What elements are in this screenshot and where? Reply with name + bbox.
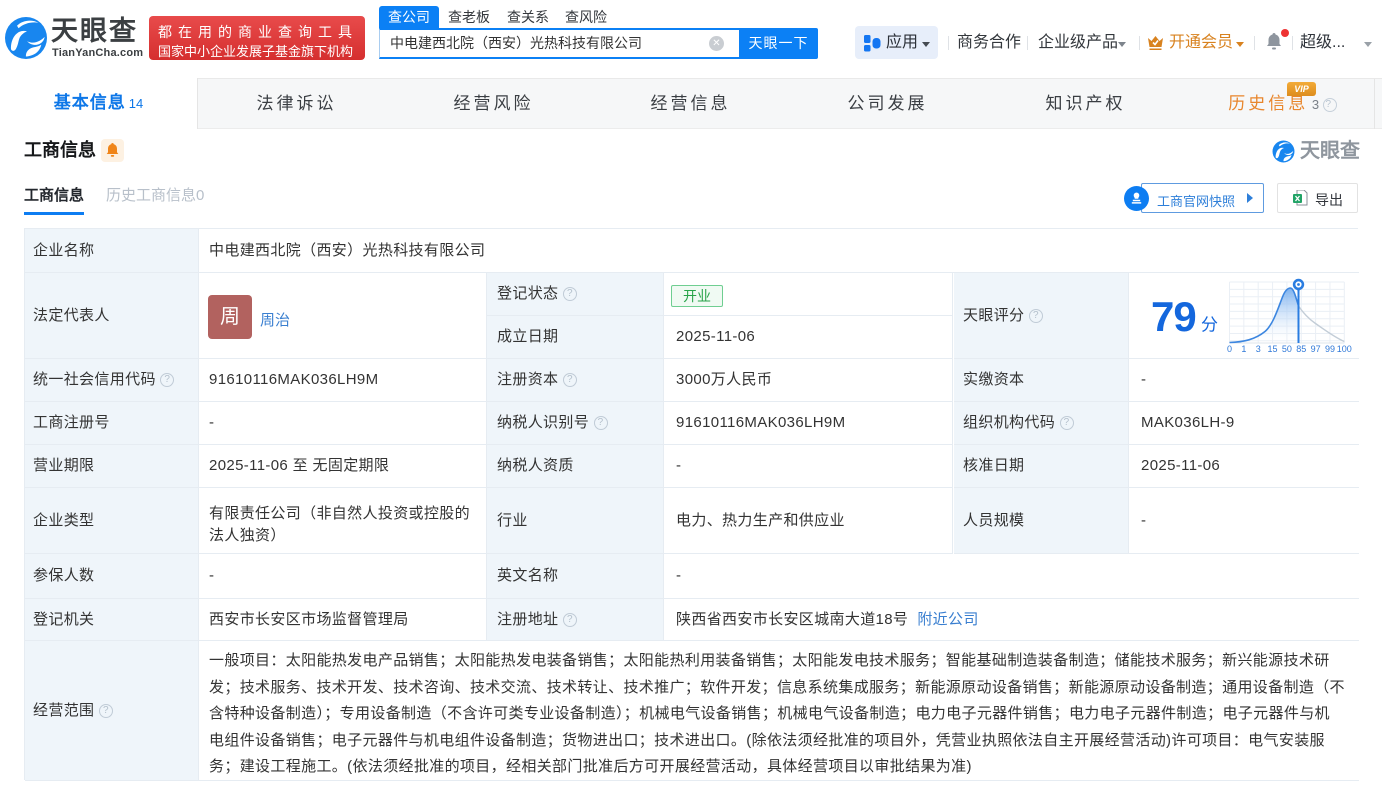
svg-text:0: 0 [1227,344,1232,354]
svg-text:3: 3 [1256,344,1261,354]
svg-text:79: 79 [1151,293,1196,340]
svg-text:97: 97 [1311,344,1321,354]
svg-text:50: 50 [1282,344,1292,354]
svg-text:15: 15 [1268,344,1278,354]
svg-text:分: 分 [1201,316,1218,335]
svg-text:85: 85 [1296,344,1306,354]
svg-text:99: 99 [1325,344,1335,354]
svg-text:1: 1 [1241,344,1246,354]
svg-text:100: 100 [1337,344,1352,354]
